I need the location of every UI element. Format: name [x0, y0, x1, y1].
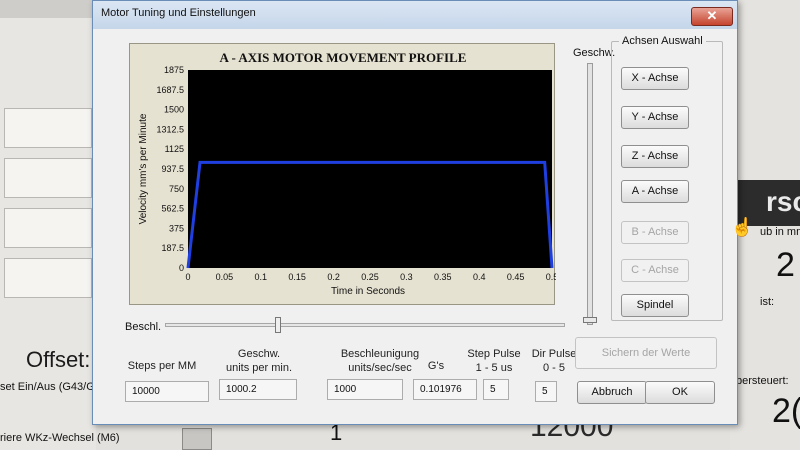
- chart-y-tick-label: 187.5: [161, 243, 184, 253]
- background-override-value: 2(: [772, 392, 800, 430]
- motor-tuning-dialog: Motor Tuning und Einstellungen ✕ A - AXI…: [92, 0, 753, 425]
- chart-y-tick-label: 562.5: [161, 204, 184, 214]
- chart-x-tick-label: 0: [185, 272, 190, 282]
- background-dro-box: [4, 208, 92, 248]
- axis-selection-legend: Achsen Auswahl: [619, 35, 706, 47]
- speed-slider-track[interactable]: [587, 63, 593, 325]
- chart-y-tick-label: 1312.5: [156, 124, 184, 134]
- background-feed-unit-label: ub in mm/Mi: [760, 226, 800, 238]
- background-offset-toggle-label: set Ein/Aus (G43/G49): [0, 381, 96, 393]
- chart-title: A - AXIS MOTOR MOVEMENT PROFILE: [220, 50, 467, 65]
- chart-y-tick-label: 375: [169, 223, 184, 233]
- chart-x-tick-label: 0.05: [216, 272, 234, 282]
- axis-button-a[interactable]: A - Achse: [621, 180, 689, 203]
- chart-x-tick-label: 0.3: [400, 272, 413, 282]
- dialog-title: Motor Tuning und Einstellungen: [101, 7, 256, 19]
- accel-slider-track[interactable]: [165, 323, 565, 327]
- spindle-button[interactable]: Spindel: [621, 294, 689, 317]
- axis-button-c[interactable]: C - Achse: [621, 259, 689, 282]
- cancel-button[interactable]: Abbruch: [577, 381, 647, 404]
- close-icon: ✕: [706, 8, 718, 23]
- axis-button-z[interactable]: Z - Achse: [621, 145, 689, 168]
- dir-pulse-input[interactable]: 5: [535, 381, 557, 402]
- dialog-titlebar[interactable]: Motor Tuning und Einstellungen ✕: [93, 1, 737, 29]
- gs-label: G's: [427, 360, 445, 372]
- chart-x-tick-label: 0.35: [434, 272, 452, 282]
- background-dro-box: [4, 258, 92, 298]
- ok-button[interactable]: OK: [645, 381, 715, 404]
- chart-x-tick-label: 0.45: [507, 272, 525, 282]
- motor-profile-chart: A - AXIS MOTOR MOVEMENT PROFILE 0 0.05 0.1…: [129, 43, 556, 305]
- speed-slider-label: Geschw.: [573, 47, 616, 59]
- step-pulse-input[interactable]: 5: [483, 379, 509, 400]
- gs-value-field: 0.101976: [413, 379, 477, 400]
- chart-y-tick-label: 1125: [165, 144, 184, 154]
- axis-button-x[interactable]: X - Achse: [621, 67, 689, 90]
- axis-button-b[interactable]: B - Achse: [621, 221, 689, 244]
- speed-slider-thumb[interactable]: [583, 317, 597, 323]
- velocity-input[interactable]: 1000.2: [219, 379, 297, 400]
- chart-y-tick-label: 1687.5: [156, 85, 184, 95]
- mouse-cursor-icon: ☝: [731, 217, 754, 237]
- background-override-label: bersteuert:: [736, 375, 789, 387]
- chart-y-tick-label: 750: [169, 184, 184, 194]
- background-dro-box: [4, 158, 92, 198]
- background-ist-label: ist:: [760, 296, 775, 308]
- background-feed-value: 2: [776, 246, 795, 284]
- chart-x-tick-label: 0.5: [546, 272, 556, 282]
- acceleration-label: Beschleunigung units/sec/sec: [340, 348, 420, 374]
- axis-button-y[interactable]: Y - Achse: [621, 106, 689, 129]
- chart-x-tick-label: 0.2: [327, 272, 340, 282]
- chart-y-ticks: 0 187.5 375 562.5 750 937.5 1125 1312.5 1500 1687…: [156, 65, 184, 273]
- background-tool-change-checkbox[interactable]: [182, 428, 212, 450]
- save-values-button[interactable]: Sichern der Werte: [575, 337, 717, 369]
- steps-label: Steps per MM: [127, 360, 197, 372]
- chart-y-tick-label: 1500: [164, 105, 184, 115]
- dialog-client-area: A - AXIS MOTOR MOVEMENT PROFILE 0 0.05 0.1…: [99, 29, 753, 421]
- close-button[interactable]: ✕: [691, 7, 733, 26]
- chart-x-tick-label: 0.25: [361, 272, 379, 282]
- chart-x-tick-label: 0.1: [255, 272, 268, 282]
- chart-y-tick-label: 1875: [164, 65, 184, 75]
- chart-svg: A - AXIS MOTOR MOVEMENT PROFILE 0 0.05 0.1…: [138, 50, 556, 297]
- background-offset-label: Offset:: [26, 347, 91, 372]
- accel-slider-label: Beschl.: [125, 321, 162, 333]
- chart-y-axis-label: Velocity mm's per Minute: [138, 113, 149, 224]
- chart-x-tick-label: 0.4: [473, 272, 486, 282]
- chart-plot-area: [188, 70, 552, 268]
- background-header-text: rsc: [766, 186, 800, 217]
- chart-y-tick-label: 937.5: [161, 164, 184, 174]
- chart-y-tick-label: 0: [179, 263, 184, 273]
- steps-per-mm-input[interactable]: 10000: [125, 381, 209, 402]
- accel-slider-thumb[interactable]: [275, 317, 281, 333]
- chart-x-axis-label: Time in Seconds: [331, 286, 405, 297]
- background-dro-box: [4, 108, 92, 148]
- velocity-label: Geschw. units per min.: [225, 348, 293, 374]
- chart-x-ticks: 0 0.05 0.1 0.15 0.2 0.25 0.3 0.35 0.4 0.45 0.5: [185, 272, 556, 282]
- acceleration-input[interactable]: 1000: [327, 379, 403, 400]
- chart-x-tick-label: 0.15: [288, 272, 306, 282]
